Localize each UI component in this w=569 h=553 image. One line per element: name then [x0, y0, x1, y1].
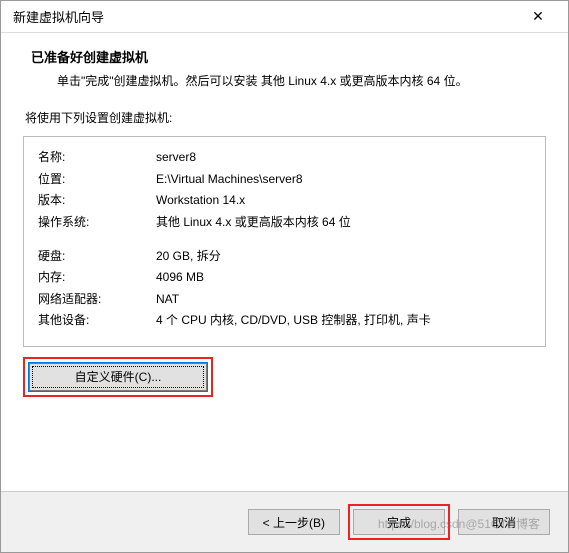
row-version: 版本: Workstation 14.x: [38, 190, 531, 212]
label-other: 其他设备:: [38, 310, 156, 332]
value-os: 其他 Linux 4.x 或更高版本内核 64 位: [156, 212, 531, 234]
label-location: 位置:: [38, 169, 156, 191]
window-title: 新建虚拟机向导: [13, 7, 104, 26]
row-other: 其他设备: 4 个 CPU 内核, CD/DVD, USB 控制器, 打印机, …: [38, 310, 531, 332]
label-name: 名称:: [38, 147, 156, 169]
page-description: 单击"完成"创建虚拟机。然后可以安装 其他 Linux 4.x 或更高版本内核 …: [31, 72, 538, 91]
customize-hardware-wrap: 自定义硬件(C)...: [23, 357, 546, 397]
label-memory: 内存:: [38, 267, 156, 289]
value-name: server8: [156, 147, 531, 169]
close-button[interactable]: ✕: [518, 1, 558, 33]
value-location: E:\Virtual Machines\server8: [156, 169, 531, 191]
titlebar: 新建虚拟机向导 ✕: [1, 1, 568, 33]
row-os: 操作系统: 其他 Linux 4.x 或更高版本内核 64 位: [38, 212, 531, 234]
value-other: 4 个 CPU 内核, CD/DVD, USB 控制器, 打印机, 声卡: [156, 310, 531, 332]
wizard-content: 将使用下列设置创建虚拟机: 名称: server8 位置: E:\Virtual…: [1, 109, 568, 491]
label-os: 操作系统:: [38, 212, 156, 234]
value-memory: 4096 MB: [156, 267, 531, 289]
spacer: [38, 234, 531, 246]
finish-highlight: 完成: [348, 504, 450, 540]
page-heading: 已准备好创建虚拟机: [31, 47, 538, 66]
label-disk: 硬盘:: [38, 246, 156, 268]
cancel-button-label: 取消: [492, 514, 516, 531]
wizard-window: 新建虚拟机向导 ✕ 已准备好创建虚拟机 单击"完成"创建虚拟机。然后可以安装 其…: [0, 0, 569, 553]
cancel-button[interactable]: 取消: [458, 509, 550, 535]
wizard-footer: < 上一步(B) 完成 取消 https://blog.csdn@51CTO博客: [1, 491, 568, 552]
wizard-header: 已准备好创建虚拟机 单击"完成"创建虚拟机。然后可以安装 其他 Linux 4.…: [1, 33, 568, 109]
label-version: 版本:: [38, 190, 156, 212]
row-network: 网络适配器: NAT: [38, 289, 531, 311]
finish-button-label: 完成: [387, 514, 411, 531]
customize-hardware-button[interactable]: 自定义硬件(C)...: [29, 363, 207, 391]
back-button[interactable]: < 上一步(B): [248, 509, 340, 535]
settings-subheading: 将使用下列设置创建虚拟机:: [25, 109, 546, 126]
customize-highlight: 自定义硬件(C)...: [23, 357, 213, 397]
row-name: 名称: server8: [38, 147, 531, 169]
value-network: NAT: [156, 289, 531, 311]
close-icon: ✕: [532, 8, 544, 25]
row-memory: 内存: 4096 MB: [38, 267, 531, 289]
customize-hardware-label: 自定义硬件(C)...: [75, 368, 162, 385]
row-location: 位置: E:\Virtual Machines\server8: [38, 169, 531, 191]
finish-button[interactable]: 完成: [353, 509, 445, 535]
row-disk: 硬盘: 20 GB, 拆分: [38, 246, 531, 268]
value-version: Workstation 14.x: [156, 190, 531, 212]
settings-summary: 名称: server8 位置: E:\Virtual Machines\serv…: [23, 136, 546, 347]
label-network: 网络适配器:: [38, 289, 156, 311]
back-button-label: < 上一步(B): [263, 514, 325, 531]
value-disk: 20 GB, 拆分: [156, 246, 531, 268]
